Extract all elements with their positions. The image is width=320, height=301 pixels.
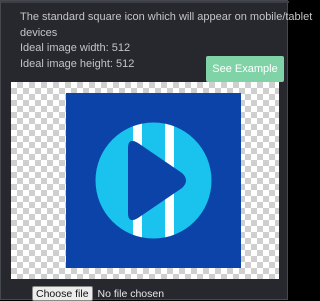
description-text-continued: devices bbox=[20, 26, 58, 39]
image-preview bbox=[11, 82, 279, 279]
file-input: Choose file No file chosen bbox=[32, 286, 164, 301]
description-text: The standard square icon which will appe… bbox=[20, 11, 313, 23]
divider bbox=[1, 1, 289, 3]
see-example-button[interactable]: See Example bbox=[206, 56, 284, 82]
ideal-width-text: Ideal image width: 512 bbox=[20, 42, 131, 54]
play-logo-icon bbox=[66, 93, 241, 268]
icon-upload-panel: The standard square icon which will appe… bbox=[0, 0, 313, 301]
choose-file-button[interactable]: Choose file bbox=[32, 286, 93, 301]
file-status-text: No file chosen bbox=[97, 287, 165, 300]
